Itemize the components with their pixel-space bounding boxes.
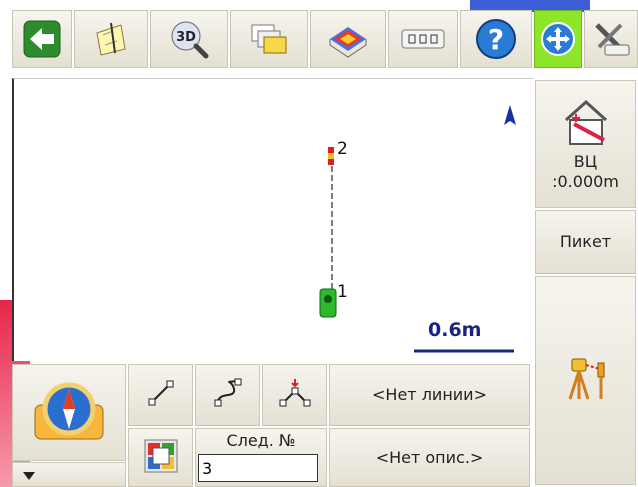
svg-text:?: ? bbox=[488, 23, 504, 56]
point-label-1: 1 bbox=[337, 282, 348, 302]
no-line-label: <Нет линии> bbox=[372, 385, 487, 404]
map-edit-icon bbox=[89, 17, 133, 61]
no-description-label: <Нет опис.> bbox=[375, 447, 484, 467]
compass-icon bbox=[29, 375, 109, 451]
triangle-down-icon bbox=[23, 465, 35, 484]
insert-vertex-icon bbox=[279, 377, 311, 413]
next-number-panel: След. № bbox=[195, 428, 327, 487]
keyboard-icon bbox=[401, 17, 445, 61]
stake-marker-icon bbox=[328, 147, 334, 165]
surface-button[interactable] bbox=[310, 10, 386, 68]
keyboard-button[interactable] bbox=[388, 10, 458, 68]
map-edit-button[interactable] bbox=[74, 10, 148, 68]
polyline-tool-button[interactable] bbox=[195, 364, 260, 426]
layers-icon bbox=[247, 17, 291, 61]
polyline-curve-icon bbox=[212, 377, 244, 413]
total-station-icon bbox=[319, 288, 337, 318]
scale-label: 0.6m bbox=[428, 319, 482, 341]
instrument-height-value: :0.000m bbox=[552, 172, 619, 191]
next-number-label: След. № bbox=[226, 431, 296, 450]
insert-point-button[interactable] bbox=[262, 364, 327, 426]
point-label-2: 2 bbox=[337, 139, 348, 159]
back-button[interactable] bbox=[12, 10, 72, 68]
map-canvas[interactable]: 2 1 0.6m bbox=[12, 78, 534, 361]
instrument-height-label: ВЦ bbox=[573, 152, 598, 171]
help-icon: ? bbox=[474, 17, 518, 61]
pan-button[interactable] bbox=[534, 10, 582, 68]
next-number-input[interactable] bbox=[198, 454, 318, 482]
3d-zoom-icon: 3D bbox=[167, 17, 211, 61]
svg-text:3D: 3D bbox=[176, 30, 196, 45]
line-segment-icon bbox=[146, 378, 176, 412]
house-height-icon bbox=[560, 96, 612, 152]
code-library-icon bbox=[143, 438, 179, 478]
surface-icon bbox=[326, 17, 370, 61]
instrument-height-button[interactable]: ВЦ :0.000m bbox=[535, 80, 636, 208]
north-arrow-icon bbox=[504, 105, 516, 125]
stake-label: Пикет bbox=[559, 232, 612, 251]
surveyor-instrument-icon bbox=[564, 355, 608, 407]
line-tool-button[interactable] bbox=[128, 364, 193, 426]
expand-dropdown-button[interactable] bbox=[12, 462, 126, 487]
stake-button[interactable]: Пикет bbox=[535, 210, 636, 274]
3d-view-button[interactable]: 3D bbox=[150, 10, 228, 68]
settings-tools-icon bbox=[589, 17, 633, 61]
help-button[interactable]: ? bbox=[460, 10, 532, 68]
compass-button[interactable] bbox=[12, 364, 126, 461]
description-selector-button[interactable]: <Нет опис.> bbox=[329, 428, 530, 487]
code-library-button[interactable] bbox=[128, 428, 193, 487]
measure-button[interactable] bbox=[535, 276, 636, 485]
pan-move-icon bbox=[536, 17, 580, 61]
line-selector-button[interactable]: <Нет линии> bbox=[329, 364, 530, 426]
layers-button[interactable] bbox=[230, 10, 308, 68]
back-arrow-icon bbox=[20, 17, 64, 61]
settings-button[interactable] bbox=[584, 10, 638, 68]
